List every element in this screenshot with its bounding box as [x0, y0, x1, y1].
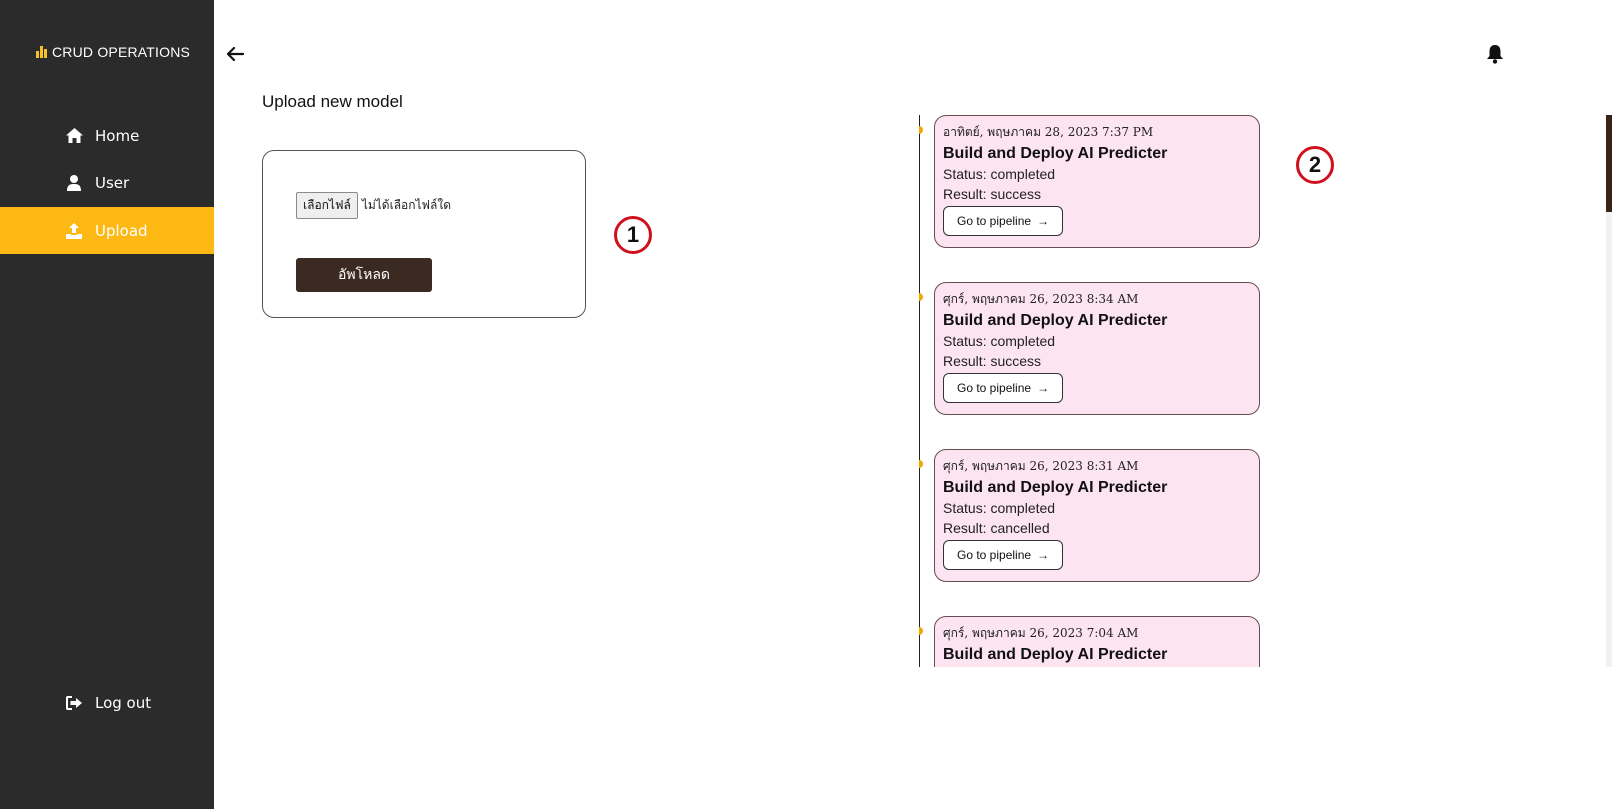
brand-name: CRUD OPERATIONS: [52, 44, 191, 60]
timeline-dot: [919, 627, 923, 635]
timeline-dot: [919, 460, 923, 468]
run-title: Build and Deploy AI Predicter: [943, 145, 1168, 162]
timeline-line: [919, 115, 920, 667]
go-to-pipeline-button[interactable]: Go to pipeline →: [943, 206, 1064, 236]
upload-icon: [65, 222, 83, 240]
run-status: Status: completed: [943, 500, 1056, 516]
file-input[interactable]: เลือกไฟล์ ไม่ได้เลือกไฟล์ใด: [296, 192, 451, 219]
brand-logo[interactable]: CRUD OPERATIONS: [36, 44, 190, 60]
timeline-card: ศุกร์, พฤษภาคม 26, 2023 7:04 AM Build an…: [934, 616, 1260, 667]
run-title: Build and Deploy AI Predicter: [943, 479, 1168, 496]
sidebar-item-label: Home: [95, 126, 140, 145]
timeline-card: ศุกร์, พฤษภาคม 26, 2023 8:31 AM Build an…: [934, 449, 1260, 582]
arrow-right-icon: →: [1037, 548, 1050, 562]
run-result: Result: cancelled: [943, 520, 1050, 536]
upload-form-card: เลือกไฟล์ ไม่ได้เลือกไฟล์ใด อัพโหลด: [262, 150, 586, 318]
logout-button[interactable]: Log out: [0, 679, 214, 726]
annotation-marker-1: 1: [614, 216, 652, 254]
run-status: Status: completed: [943, 166, 1056, 182]
run-title: Build and Deploy AI Predicter: [943, 646, 1168, 663]
arrow-right-icon: →: [1037, 214, 1050, 228]
page-title: Upload new model: [262, 92, 403, 111]
run-result: Result: success: [943, 353, 1042, 369]
bell-icon[interactable]: [1486, 44, 1504, 64]
go-to-pipeline-label: Go to pipeline: [957, 381, 1032, 395]
no-file-text: ไม่ได้เลือกไฟล์ใด: [361, 198, 452, 212]
logout-icon: [65, 694, 83, 712]
run-title: Build and Deploy AI Predicter: [943, 312, 1168, 329]
choose-file-button[interactable]: เลือกไฟล์: [296, 192, 358, 219]
bar-chart-icon: [36, 46, 47, 58]
timeline-dot: [919, 126, 923, 134]
user-icon: [65, 174, 83, 192]
go-to-pipeline-label: Go to pipeline: [957, 548, 1032, 562]
upload-submit-button[interactable]: อัพโหลด: [296, 258, 432, 292]
run-date: ศุกร์, พฤษภาคม 26, 2023 8:31 AM: [943, 459, 1139, 473]
sidebar-item-home[interactable]: Home: [0, 112, 214, 159]
go-to-pipeline-button[interactable]: Go to pipeline →: [943, 373, 1064, 403]
run-result: Result: success: [943, 186, 1042, 202]
sidebar-item-upload[interactable]: Upload: [0, 207, 214, 254]
go-to-pipeline-label: Go to pipeline: [957, 214, 1032, 228]
back-arrow-icon[interactable]: [224, 43, 246, 65]
scrollbar-thumb[interactable]: [1606, 115, 1612, 212]
timeline-dot: [919, 293, 923, 301]
arrow-right-icon: →: [1037, 381, 1050, 395]
sidebar-item-label: Upload: [95, 221, 148, 240]
run-date: อาทิตย์, พฤษภาคม 28, 2023 7:37 PM: [943, 125, 1154, 139]
timeline-card: ศุกร์, พฤษภาคม 26, 2023 8:34 AM Build an…: [934, 282, 1260, 415]
run-status: Status: completed: [943, 333, 1056, 349]
sidebar-item-user[interactable]: User: [0, 159, 214, 206]
sidebar: CRUD OPERATIONS Home User Upload Log out: [0, 0, 214, 809]
run-date: ศุกร์, พฤษภาคม 26, 2023 8:34 AM: [943, 292, 1139, 306]
sidebar-item-label: User: [95, 173, 130, 192]
run-date: ศุกร์, พฤษภาคม 26, 2023 7:04 AM: [943, 626, 1139, 640]
go-to-pipeline-button[interactable]: Go to pipeline →: [943, 540, 1064, 570]
pipeline-timeline[interactable]: อาทิตย์, พฤษภาคม 28, 2023 7:37 PM Build …: [919, 115, 1614, 667]
logout-label: Log out: [95, 693, 152, 712]
home-icon: [65, 127, 83, 145]
timeline-card: อาทิตย์, พฤษภาคม 28, 2023 7:37 PM Build …: [934, 115, 1260, 248]
